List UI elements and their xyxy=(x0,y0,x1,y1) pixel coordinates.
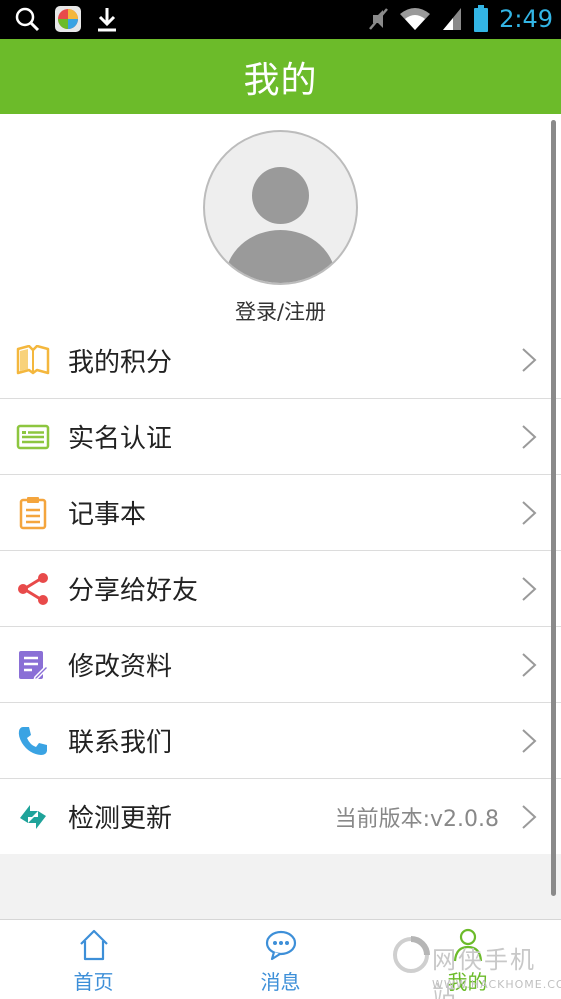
profile-section: 登录/注册 xyxy=(0,114,561,324)
clipboard-icon xyxy=(16,496,50,530)
watermark-logo-icon xyxy=(393,936,430,973)
chevron-right-icon xyxy=(522,729,537,753)
chevron-right-icon xyxy=(522,653,537,677)
menu-item-label: 分享给好友 xyxy=(68,576,199,606)
chevron-right-icon xyxy=(522,425,537,449)
clock: 2:49 xyxy=(499,5,553,33)
menu-item-verification[interactable]: 实名认证 xyxy=(0,398,561,474)
chevron-right-icon xyxy=(522,805,537,829)
message-icon xyxy=(265,930,297,961)
download-icon xyxy=(98,8,116,32)
book-icon xyxy=(16,343,50,377)
phone-icon xyxy=(16,724,50,758)
menu-item-label: 记事本 xyxy=(68,500,147,530)
menu-item-check-update[interactable]: 检测更新 当前版本:v2.0.8 xyxy=(0,778,561,854)
chevron-right-icon xyxy=(522,501,537,525)
mute-icon xyxy=(369,8,389,30)
menu-item-edit-profile[interactable]: 修改资料 xyxy=(0,626,561,702)
chevron-right-icon xyxy=(522,348,537,372)
menu-item-label: 联系我们 xyxy=(68,728,173,758)
share-icon xyxy=(16,572,50,606)
battery-icon xyxy=(474,5,489,32)
edit-icon xyxy=(16,648,50,682)
menu-item-label: 实名认证 xyxy=(68,424,173,454)
tab-label: 消息 xyxy=(260,970,301,994)
title-bar: 我的 xyxy=(0,39,561,114)
menu-item-label: 我的积分 xyxy=(68,347,173,378)
avatar-head xyxy=(252,167,309,224)
menu-list: 我的积分 实名认证 记事本 分享给好友 修改资料 联系我们 检测更新 当前版本:… xyxy=(0,322,561,854)
id-card-icon xyxy=(16,420,50,454)
menu-item-contact[interactable]: 联系我们 xyxy=(0,702,561,778)
tab-label: 首页 xyxy=(73,970,114,994)
menu-item-points[interactable]: 我的积分 xyxy=(0,322,561,398)
status-bar: 2:49 xyxy=(0,0,561,39)
menu-item-share[interactable]: 分享给好友 xyxy=(0,550,561,626)
menu-item-label: 检测更新 xyxy=(68,804,173,834)
content-area[interactable]: 登录/注册 我的积分 实名认证 记事本 分享给好友 修改资料 联系我们 检测更新… xyxy=(0,114,561,919)
tab-home[interactable]: 首页 xyxy=(0,920,187,999)
menu-item-notepad[interactable]: 记事本 xyxy=(0,474,561,550)
search-icon xyxy=(15,7,40,32)
avatar[interactable] xyxy=(203,130,358,285)
watermark: 网侠手机站 WWW.HACKHOME.COM xyxy=(392,930,561,999)
signal-icon xyxy=(443,8,462,30)
app-store-icon xyxy=(55,6,81,32)
watermark-url: WWW.HACKHOME.COM xyxy=(432,978,561,991)
sync-icon xyxy=(16,800,50,834)
version-text: 当前版本:v2.0.8 xyxy=(334,806,499,832)
chevron-right-icon xyxy=(522,577,537,601)
tab-messages[interactable]: 消息 xyxy=(187,920,374,999)
menu-item-label: 修改资料 xyxy=(68,652,173,682)
scrollbar[interactable] xyxy=(551,120,556,896)
avatar-body xyxy=(225,230,336,283)
home-icon xyxy=(80,929,108,961)
wifi-icon xyxy=(400,8,431,30)
page-title: 我的 xyxy=(243,59,318,101)
